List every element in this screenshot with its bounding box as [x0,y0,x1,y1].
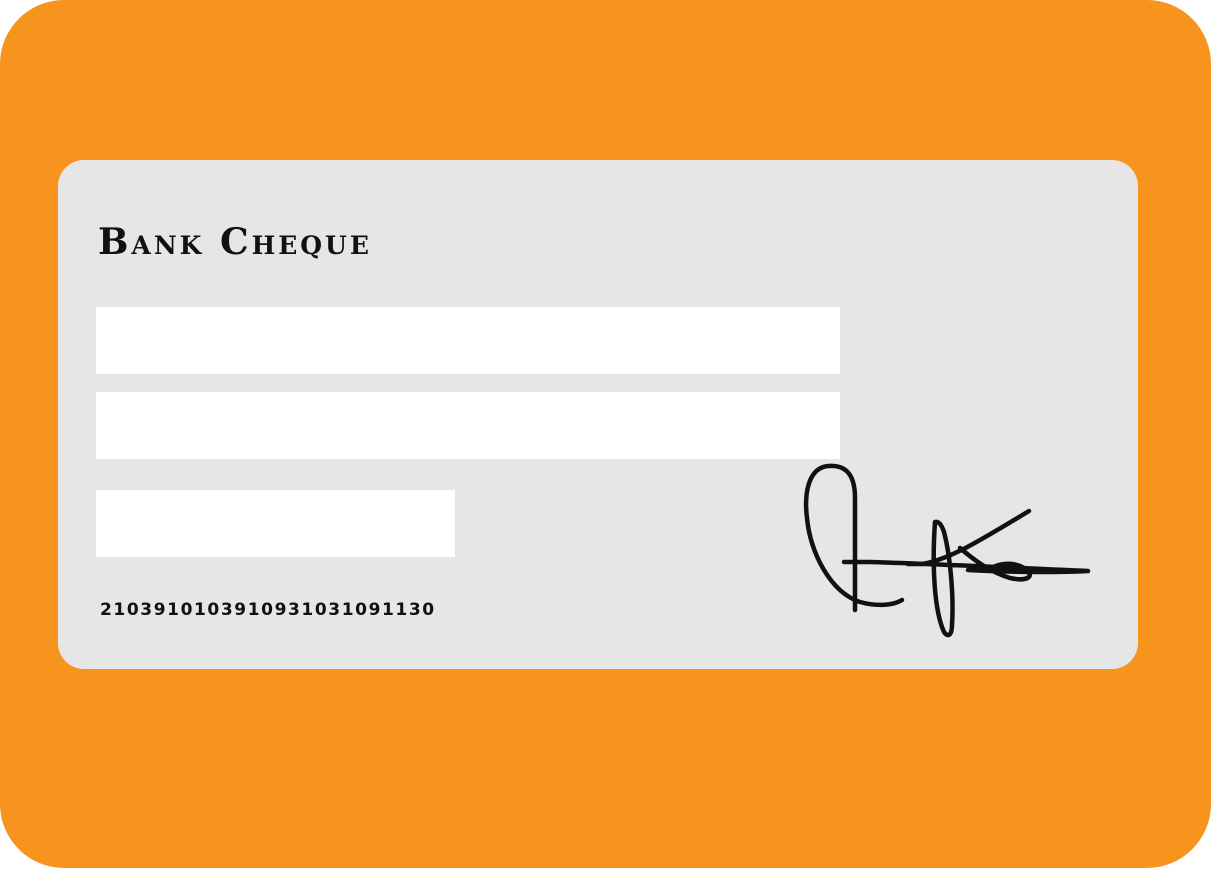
amount-field[interactable] [96,490,455,557]
card-background: Bank Cheque 2103910103910931031091130 [0,0,1211,868]
payee-field[interactable] [96,307,840,374]
account-number: 2103910103910931031091130 [100,600,436,620]
bank-cheque: Bank Cheque 2103910103910931031091130 [58,160,1138,669]
cheque-title: Bank Cheque [98,221,372,263]
signature-icon [803,463,1091,638]
amount-words-field[interactable] [96,392,840,459]
